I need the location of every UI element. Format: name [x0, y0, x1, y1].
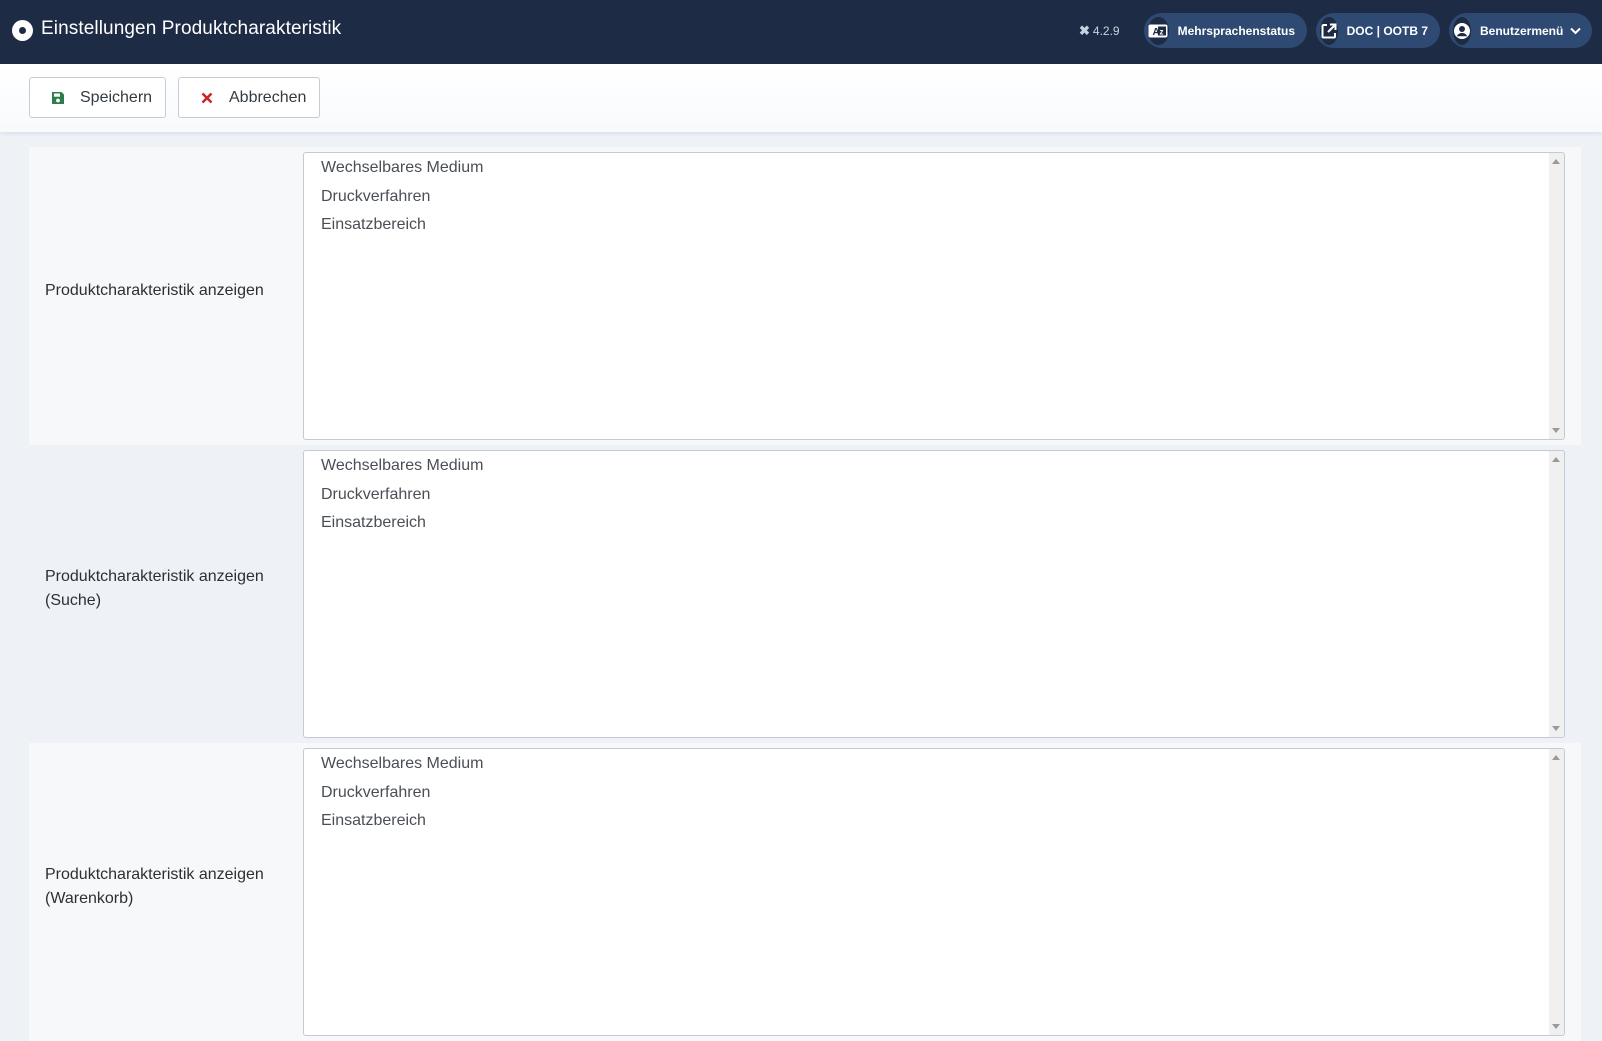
svg-text:z: z	[1160, 27, 1164, 36]
characteristics-multiselect[interactable]: Wechselbares Medium Druckverfahren Einsa…	[303, 152, 1565, 440]
site-link-button[interactable]: DOC | OOTB 7	[1316, 13, 1440, 48]
external-link-icon	[1320, 16, 1338, 45]
characteristics-cart-multiselect[interactable]: Wechselbares Medium Druckverfahren Einsa…	[303, 748, 1565, 1036]
list-option[interactable]: Einsatzbereich	[304, 211, 1564, 240]
joomla-icon: ✖	[1079, 23, 1090, 38]
toolbar: Speichern Abbrechen	[0, 64, 1602, 132]
page-title: Einstellungen Produktcharakteristik	[41, 18, 342, 39]
setting-label-line: Produktcharakteristik anzeigen	[45, 866, 264, 883]
list-option[interactable]: Einsatzbereich	[304, 807, 1564, 836]
cancel-button[interactable]: Abbrechen	[178, 77, 320, 118]
save-button-label: Speichern	[80, 88, 153, 106]
list-option[interactable]: Druckverfahren	[304, 183, 1564, 212]
setting-row-cart: Produktcharakteristik anzeigen (Warenkor…	[29, 743, 1581, 1041]
scrollbar[interactable]	[1549, 153, 1564, 439]
user-menu-button[interactable]: Benutzermenü	[1449, 13, 1592, 48]
settings-form: Produktcharakteristik anzeigen Wechselba…	[29, 147, 1581, 1041]
chevron-down-icon	[1570, 24, 1582, 38]
list-option[interactable]: Druckverfahren	[304, 481, 1564, 510]
list-option[interactable]: Wechselbares Medium	[304, 452, 1564, 481]
language-status-button[interactable]: A z Mehrsprachenstatus	[1144, 13, 1307, 48]
scroll-up-icon[interactable]	[1552, 159, 1560, 164]
site-link-label: DOC | OOTB 7	[1346, 23, 1428, 38]
header-bar: Einstellungen Produktcharakteristik ✖ 4.…	[0, 0, 1602, 64]
list-option[interactable]: Einsatzbereich	[304, 509, 1564, 538]
scrollbar[interactable]	[1549, 451, 1564, 737]
user-menu-label: Benutzermenü	[1480, 23, 1564, 38]
scroll-down-icon[interactable]	[1552, 726, 1560, 731]
scroll-down-icon[interactable]	[1552, 428, 1560, 433]
version-number: 4.2.9	[1092, 24, 1120, 38]
setting-row-search: Produktcharakteristik anzeigen (Suche) W…	[29, 445, 1581, 743]
language-status-label: Mehrsprachenstatus	[1177, 23, 1295, 38]
cancel-button-label: Abbrechen	[229, 88, 307, 106]
characteristics-search-multiselect[interactable]: Wechselbares Medium Druckverfahren Einsa…	[303, 450, 1565, 738]
setting-label-line: (Suche)	[45, 592, 102, 609]
scroll-up-icon[interactable]	[1552, 755, 1560, 760]
save-button[interactable]: Speichern	[29, 77, 166, 118]
setting-label: Produktcharakteristik anzeigen	[45, 279, 295, 303]
list-option[interactable]: Wechselbares Medium	[304, 154, 1564, 183]
version-info: ✖ 4.2.9	[1079, 23, 1120, 39]
scroll-down-icon[interactable]	[1552, 1024, 1560, 1029]
circle-dot-icon	[12, 20, 33, 41]
setting-label-line: Produktcharakteristik anzeigen	[45, 282, 264, 299]
setting-row-display: Produktcharakteristik anzeigen Wechselba…	[29, 147, 1581, 445]
floppy-disk-icon	[50, 90, 66, 106]
user-circle-icon	[1453, 16, 1471, 45]
setting-label: Produktcharakteristik anzeigen (Warenkor…	[45, 863, 295, 911]
setting-label-line: Produktcharakteristik anzeigen	[45, 568, 264, 585]
scroll-up-icon[interactable]	[1552, 457, 1560, 462]
setting-label: Produktcharakteristik anzeigen (Suche)	[45, 565, 295, 613]
setting-label-line: (Warenkorb)	[45, 890, 134, 907]
list-option[interactable]: Druckverfahren	[304, 779, 1564, 808]
language-icon: A z	[1148, 16, 1169, 45]
scrollbar[interactable]	[1549, 749, 1564, 1035]
list-option[interactable]: Wechselbares Medium	[304, 750, 1564, 779]
close-icon	[199, 90, 215, 106]
